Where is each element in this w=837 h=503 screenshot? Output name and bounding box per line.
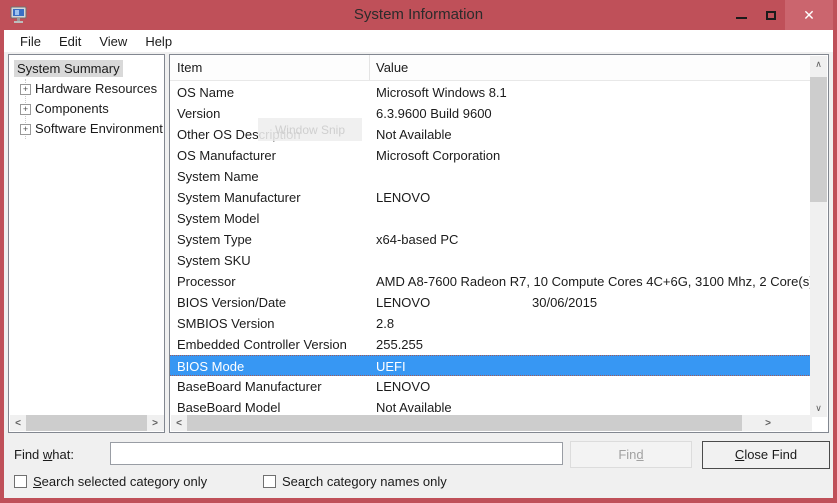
table-row[interactable]: BaseBoard ManufacturerLENOVO [170,376,811,397]
bios-vendor: LENOVO [376,292,532,313]
table-row[interactable]: System Model [170,208,811,229]
tree-item-label: Components [35,101,109,116]
bios-date: 30/06/2015 [532,295,597,310]
maximize-button[interactable] [756,0,785,30]
checkbox-label: Search selected category only [33,474,207,489]
title-bar: System Information ✕ [0,0,837,30]
table-row-selected[interactable]: BIOS ModeUEFI [170,355,811,376]
list-header: Item Value [170,55,811,81]
window-border-bottom [0,498,837,503]
column-header-value[interactable]: Value [370,55,811,80]
tree-item-hardware-resources[interactable]: + Hardware Resources [9,79,164,99]
tree-item-label: Hardware Resources [35,81,157,96]
search-selected-category-checkbox-row: Search selected category only [14,473,207,489]
find-bar: Find what: Find Close Find Search select… [4,433,833,498]
menu-file[interactable]: File [11,32,50,51]
list-vertical-scrollbar[interactable]: ∧ ∨ [810,56,827,417]
checkbox-label: Search category names only [282,474,447,489]
scroll-right-icon[interactable]: > [147,415,163,431]
scroll-right-icon[interactable]: > [760,415,776,431]
column-header-item[interactable]: Item [170,55,370,80]
expand-plus-icon[interactable]: + [20,124,31,135]
minimize-button[interactable] [727,0,756,30]
expand-plus-icon[interactable]: + [20,104,31,115]
menu-help[interactable]: Help [136,32,181,51]
minimize-icon [736,17,747,19]
menu-view[interactable]: View [90,32,136,51]
find-what-label: Find what: [14,447,74,462]
table-row[interactable]: System Name [170,166,811,187]
table-row[interactable]: Version6.3.9600 Build 9600 [170,103,811,124]
tree-item-software-environment[interactable]: + Software Environment [9,119,164,139]
window-title: System Information [0,6,837,23]
close-find-button[interactable]: Close Find [702,441,830,469]
window-border-right [833,30,837,503]
scroll-up-icon[interactable]: ∧ [810,56,827,73]
list-horizontal-scrollbar[interactable]: < > [171,415,812,431]
table-row[interactable]: OS ManufacturerMicrosoft Corporation [170,145,811,166]
scroll-left-icon[interactable]: < [10,415,26,431]
table-row[interactable]: System SKU [170,250,811,271]
close-icon: ✕ [803,7,815,24]
scrollbar-thumb[interactable] [810,77,827,202]
category-tree-pane: System Summary + Hardware Resources + Co… [8,54,165,433]
expand-plus-icon[interactable]: + [20,84,31,95]
find-input[interactable] [110,442,563,465]
tree-horizontal-scrollbar[interactable]: < > [10,415,165,431]
scrollbar-thumb[interactable] [187,415,742,431]
table-row[interactable]: SMBIOS Version2.8 [170,313,811,334]
table-row[interactable]: ProcessorAMD A8-7600 Radeon R7, 10 Compu… [170,271,811,292]
table-row[interactable]: Embedded Controller Version255.255 [170,334,811,355]
close-button[interactable]: ✕ [785,0,833,30]
scrollbar-thumb[interactable] [26,415,147,431]
tree-item-label: Software Environment [35,121,163,136]
scroll-down-icon[interactable]: ∨ [810,400,827,417]
details-list-pane: Item Value OS NameMicrosoft Windows 8.1 … [169,54,829,433]
checkbox-unchecked[interactable] [263,475,276,488]
menu-edit[interactable]: Edit [50,32,90,51]
tree-item-system-summary[interactable]: System Summary [14,60,123,77]
search-category-names-checkbox-row: Search category names only [263,473,447,489]
menu-bar: File Edit View Help [4,30,833,52]
table-row[interactable]: OS NameMicrosoft Windows 8.1 [170,82,811,103]
table-row[interactable]: Other OS DescriptionNot Available [170,124,811,145]
maximize-icon [766,11,776,20]
table-row[interactable]: System Typex64-based PC [170,229,811,250]
checkbox-unchecked[interactable] [14,475,27,488]
list-body: OS NameMicrosoft Windows 8.1 Version6.3.… [170,82,811,418]
tree-item-components[interactable]: + Components [9,99,164,119]
table-row[interactable]: System ManufacturerLENOVO [170,187,811,208]
table-row[interactable]: BIOS Version/DateLENOVO30/06/2015 [170,292,811,313]
scroll-left-icon[interactable]: < [171,415,187,431]
find-button[interactable]: Find [570,441,692,468]
